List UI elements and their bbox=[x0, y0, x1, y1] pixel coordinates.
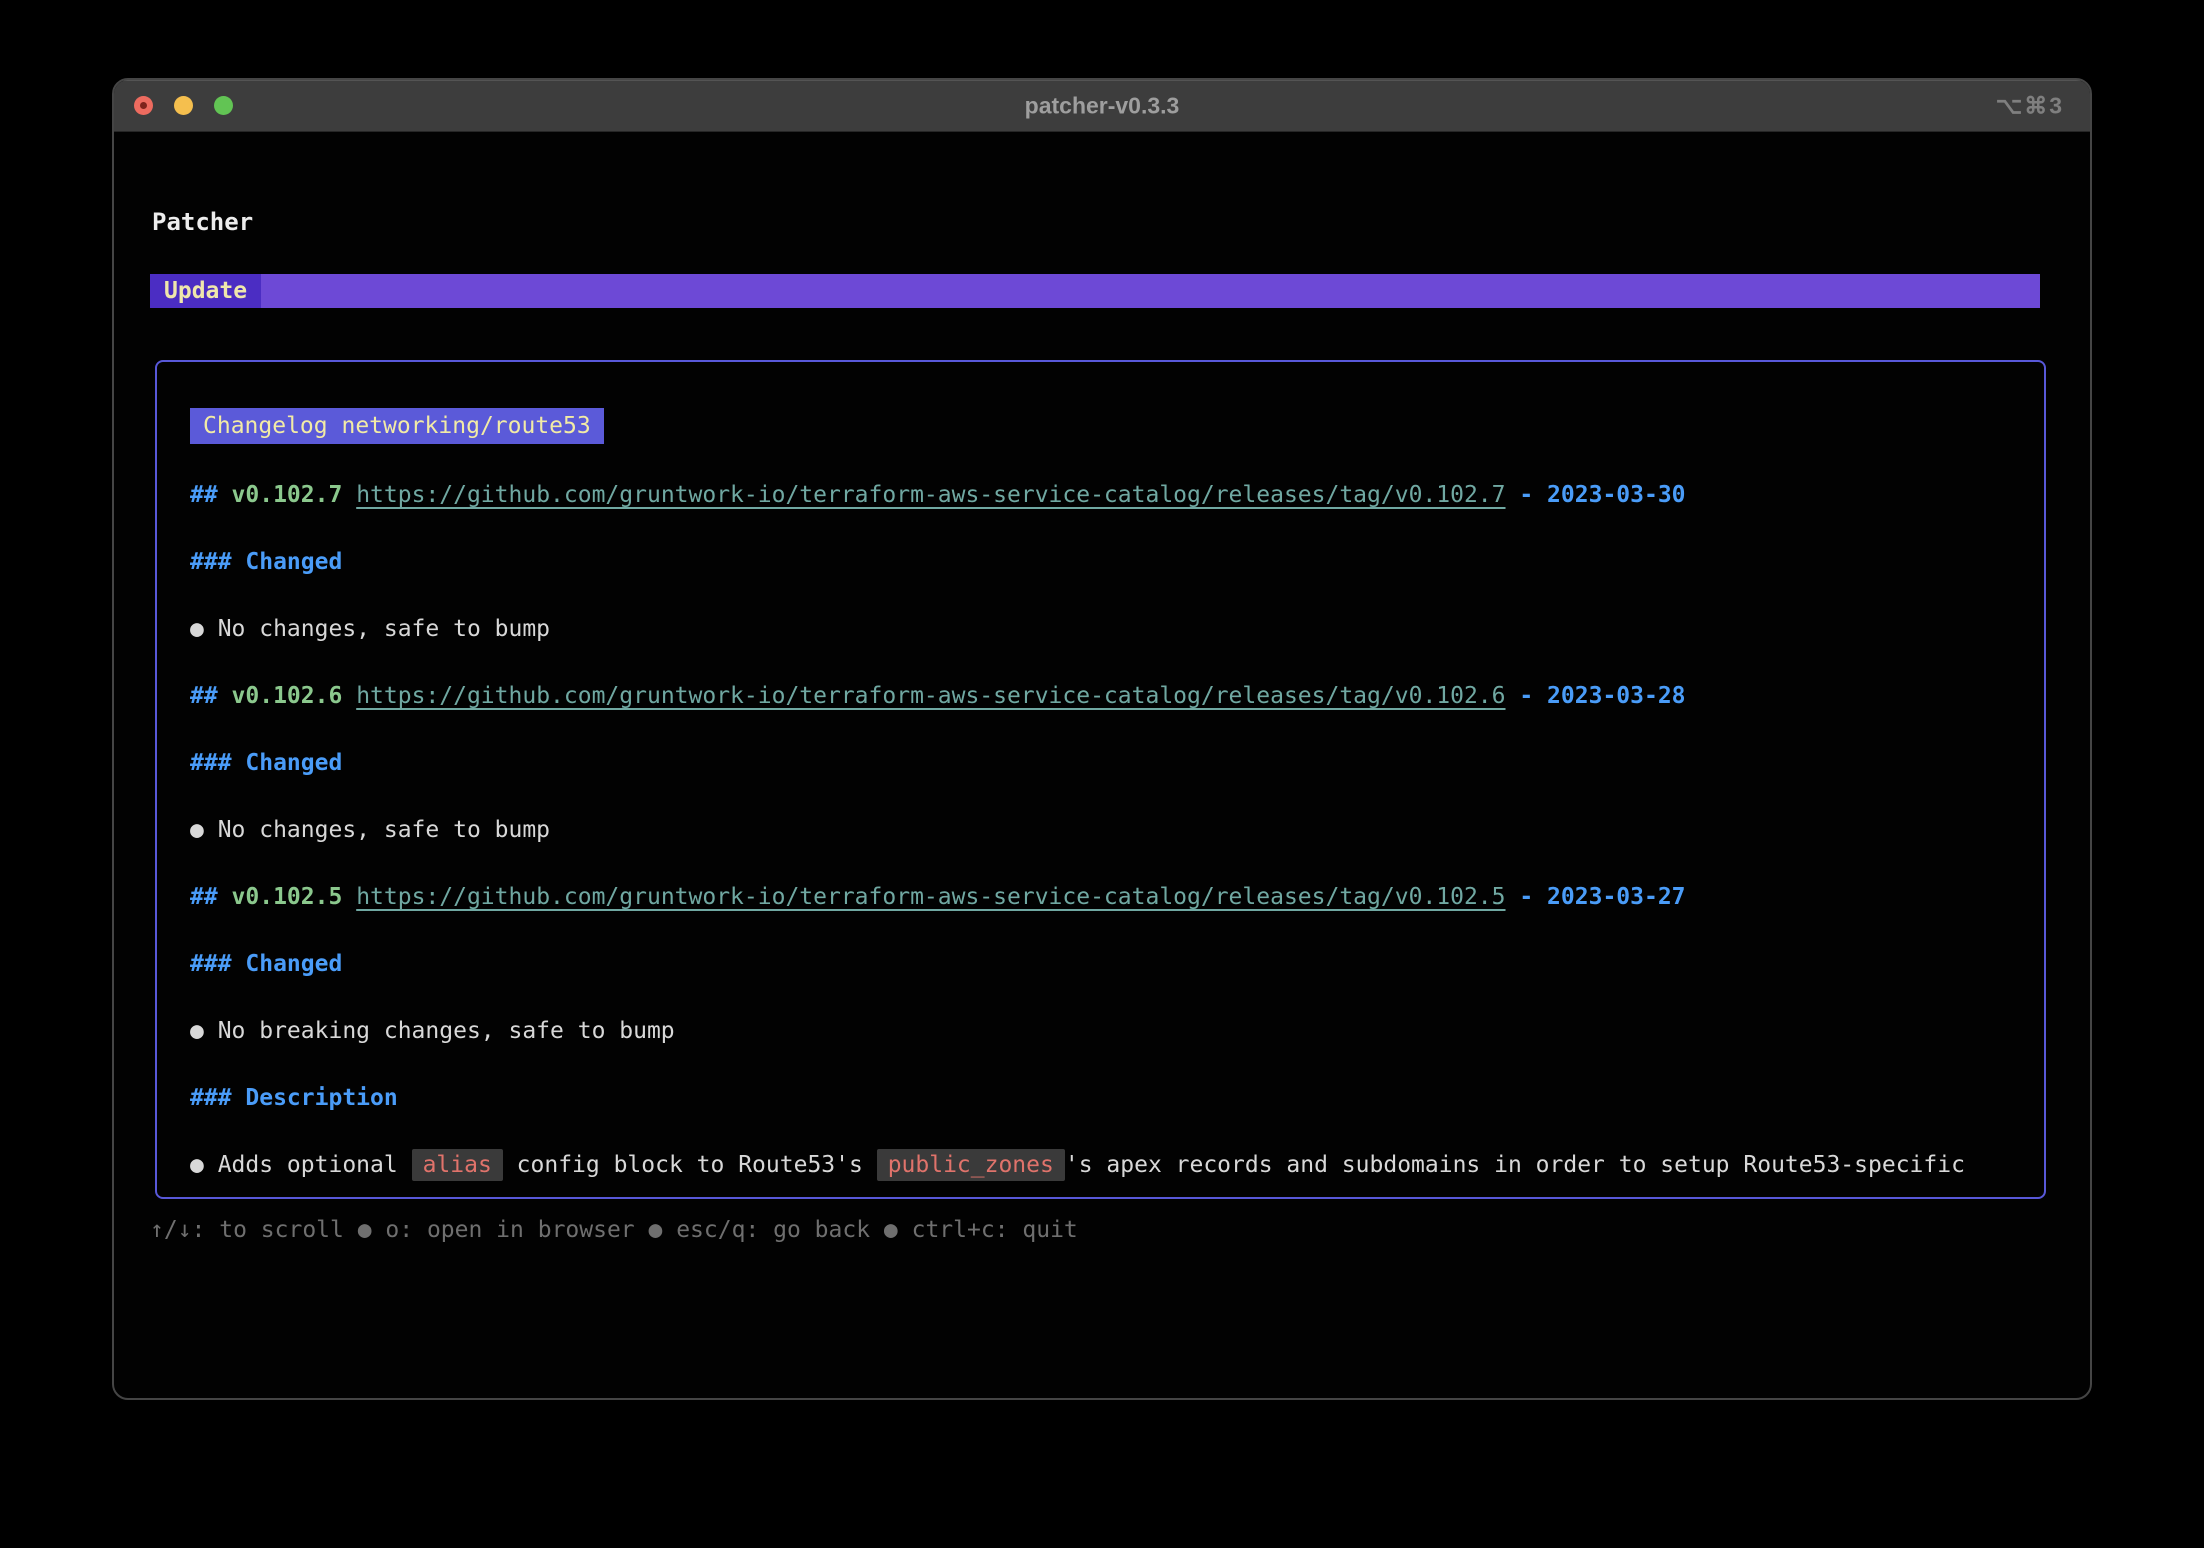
changelog-line: ● No breaking changes, safe to bump bbox=[190, 998, 2044, 1065]
minimize-button[interactable] bbox=[174, 96, 193, 115]
changelog-line: ### Changed bbox=[190, 730, 2044, 797]
app-title: Patcher bbox=[152, 208, 253, 236]
changelog-segment-version: v0.102.5 bbox=[232, 884, 343, 910]
changelog-segment-heading: ### Changed bbox=[190, 951, 342, 977]
changelog-segment-heading: ## bbox=[190, 482, 232, 508]
release-link[interactable]: https://github.com/gruntwork-io/terrafor… bbox=[356, 884, 1505, 910]
window-title: patcher-v0.3.3 bbox=[1025, 92, 1180, 119]
changelog-line: ● No changes, safe to bump bbox=[190, 596, 2044, 663]
changelog-line: ## v0.102.6 https://github.com/gruntwork… bbox=[190, 663, 2044, 730]
changelog-segment-text: ● Adds optional bbox=[190, 1152, 412, 1178]
terminal-window: patcher-v0.3.3 ⌥⌘3 Patcher Update Change… bbox=[112, 78, 2092, 1400]
window-titlebar[interactable]: patcher-v0.3.3 ⌥⌘3 bbox=[114, 80, 2090, 132]
changelog-segment-text: 's apex records and subdomains in order … bbox=[1065, 1152, 1965, 1178]
changelog-viewport[interactable]: Changelog networking/route53 ## v0.102.7… bbox=[155, 360, 2046, 1199]
unsaved-changes-dot-icon bbox=[140, 102, 147, 109]
maximize-button[interactable] bbox=[214, 96, 233, 115]
changelog-segment-text: ● No changes, safe to bump bbox=[190, 817, 550, 843]
changelog-segment-version: v0.102.6 bbox=[232, 683, 343, 709]
changelog-segment-text bbox=[342, 884, 356, 910]
changelog-segment-heading: ## bbox=[190, 884, 232, 910]
release-link[interactable]: https://github.com/gruntwork-io/terrafor… bbox=[356, 482, 1505, 508]
changelog-line: ### Description bbox=[190, 1065, 2044, 1132]
changelog-segment-date: - 2023-03-30 bbox=[1506, 482, 1686, 508]
changelog-line: ● No changes, safe to bump bbox=[190, 797, 2044, 864]
changelog-segment-version: v0.102.7 bbox=[232, 482, 343, 508]
changelog-line: ## v0.102.5 https://github.com/gruntwork… bbox=[190, 864, 2044, 931]
changelog-line: ### Changed bbox=[190, 529, 2044, 596]
changelog-segment-text: config block to Route53's bbox=[503, 1152, 877, 1178]
tab-shortcut-hint: ⌥⌘3 bbox=[1996, 92, 2064, 119]
changelog-segment-text: ● No breaking changes, safe to bump bbox=[190, 1018, 675, 1044]
tab-bar: Update bbox=[150, 274, 2040, 308]
changelog-segment-code: alias bbox=[412, 1149, 503, 1181]
changelog-segment-heading: ### Changed bbox=[190, 549, 342, 575]
release-link[interactable]: https://github.com/gruntwork-io/terrafor… bbox=[356, 683, 1505, 709]
changelog-segment-date: - 2023-03-27 bbox=[1506, 884, 1686, 910]
changelog-line: ### Changed bbox=[190, 931, 2044, 998]
help-bar: ↑/↓: to scroll ● o: open in browser ● es… bbox=[150, 1217, 1078, 1243]
close-button[interactable] bbox=[134, 96, 153, 115]
changelog-segment-text bbox=[342, 482, 356, 508]
tab-bar-fill bbox=[261, 274, 2040, 308]
changelog-segment-text bbox=[342, 683, 356, 709]
changelog-segment-date: - 2023-03-28 bbox=[1506, 683, 1686, 709]
changelog-lines: ## v0.102.7 https://github.com/gruntwork… bbox=[190, 462, 2044, 1199]
changelog-segment-heading: ### Changed bbox=[190, 750, 342, 776]
changelog-segment-code: public_zones bbox=[877, 1149, 1065, 1181]
changelog-title-badge: Changelog networking/route53 bbox=[190, 408, 604, 444]
terminal-content: Patcher Update Changelog networking/rout… bbox=[114, 132, 2090, 1398]
changelog-line: ● Adds optional alias config block to Ro… bbox=[190, 1132, 2044, 1199]
tab-update[interactable]: Update bbox=[150, 274, 261, 308]
changelog-segment-heading: ## bbox=[190, 683, 232, 709]
window-controls bbox=[134, 96, 233, 115]
changelog-segment-text: ● No changes, safe to bump bbox=[190, 616, 550, 642]
changelog-segment-heading: ### Description bbox=[190, 1085, 398, 1111]
changelog-line: ## v0.102.7 https://github.com/gruntwork… bbox=[190, 462, 2044, 529]
